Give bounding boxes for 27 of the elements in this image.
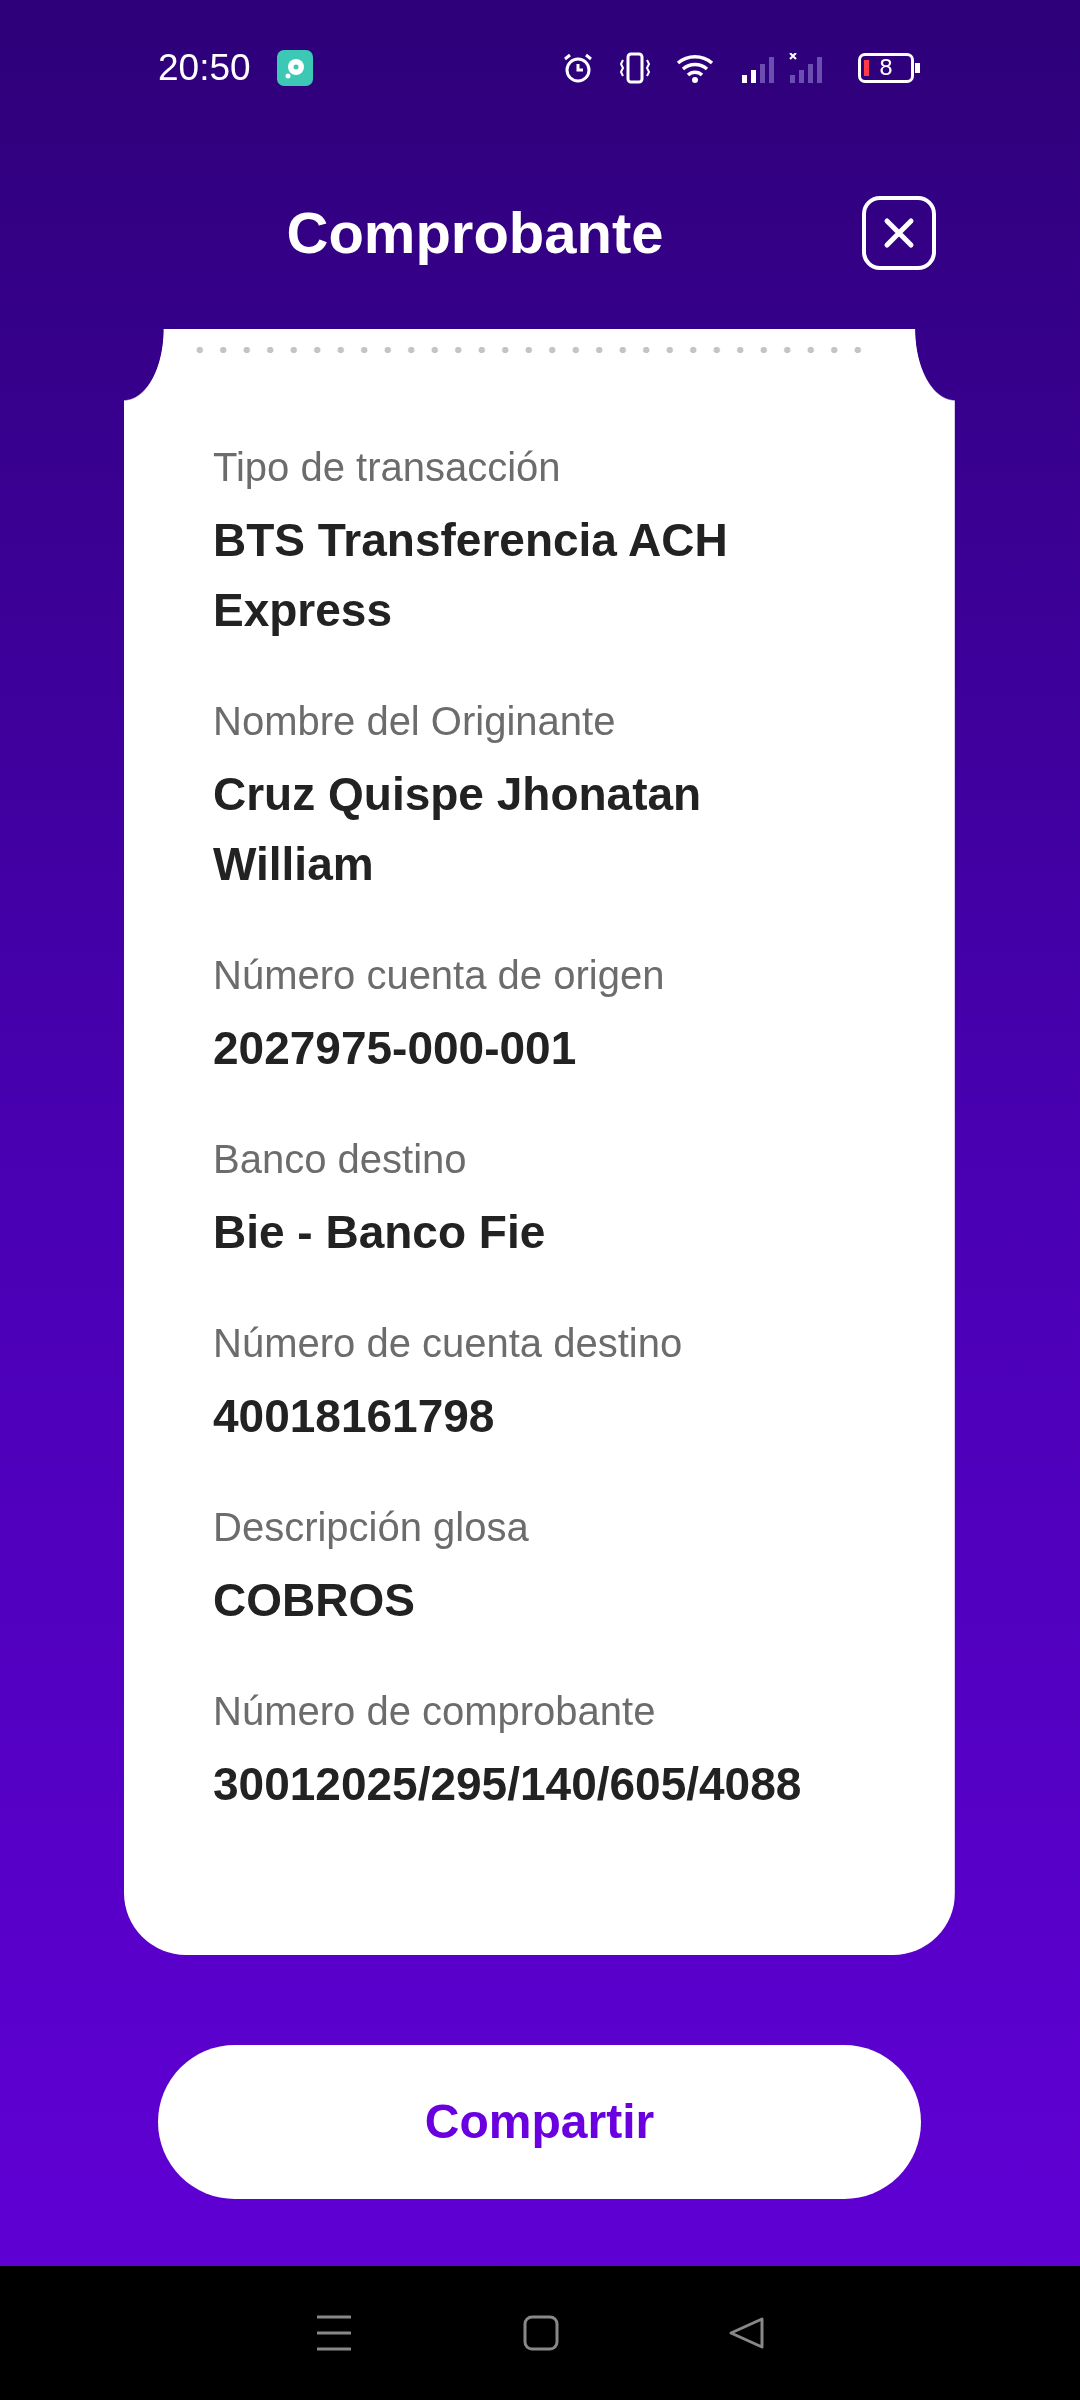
menu-icon[interactable]: [315, 2314, 353, 2352]
field-value: 40018161798: [213, 1389, 496, 1444]
field-label: Banco destino: [213, 1136, 468, 1183]
wifi-icon: [676, 53, 716, 83]
vibrate-icon: [620, 52, 650, 84]
field-value: 30012025/295/140/605/4088: [213, 1757, 803, 1812]
page-title: Comprobante: [286, 198, 664, 267]
share-button[interactable]: Compartir: [158, 2045, 921, 2199]
back-icon[interactable]: [729, 2315, 765, 2351]
home-icon[interactable]: [523, 2315, 559, 2351]
field-value: BTS Transferencia ACH Express: [213, 513, 729, 638]
field-value: Cruz Quispe Jhonatan William: [213, 767, 703, 892]
alarm-icon: [562, 52, 594, 84]
field-label: Tipo de transacción: [213, 444, 562, 491]
field-value: Bie - Banco Fie: [213, 1205, 547, 1260]
field-label: Número de comprobante: [213, 1688, 657, 1735]
field-label: Nombre del Originante: [213, 698, 617, 745]
field-value: 2027975-000-001: [213, 1021, 578, 1076]
field-label: Descripción glosa: [213, 1504, 530, 1551]
field-label: Número de cuenta destino: [213, 1320, 684, 1367]
close-button[interactable]: [862, 196, 936, 270]
app-notification-icon: [276, 50, 313, 86]
battery-indicator: 8: [858, 53, 920, 83]
field-label: Número cuenta de origen: [213, 952, 666, 999]
field-value: COBROS: [213, 1573, 416, 1628]
status-time: 20:50: [158, 46, 251, 91]
close-icon: [882, 216, 916, 250]
